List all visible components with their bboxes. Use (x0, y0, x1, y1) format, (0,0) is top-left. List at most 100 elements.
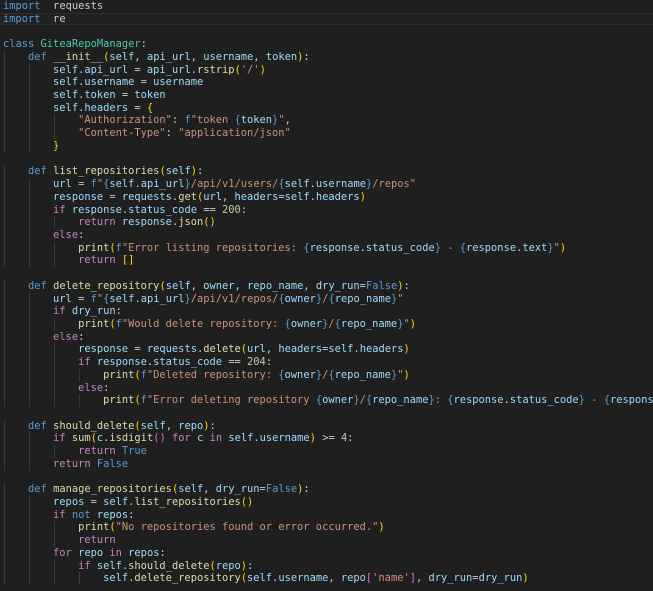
code-line[interactable]: url = f"{self.api_url}/api/v1/repos/{own… (0, 292, 653, 306)
code-token: get (178, 190, 197, 203)
code-token: : (265, 356, 273, 369)
code-line[interactable]: return True (0, 445, 653, 458)
code-token: if (53, 305, 66, 318)
code-line[interactable]: return False (0, 457, 653, 471)
code-token: should_delete (128, 559, 210, 572)
code-token: , (265, 343, 279, 356)
code-token: = (128, 343, 147, 356)
code-line[interactable]: class GiteaRepoManager: (0, 38, 653, 51)
indent-guide (4, 508, 5, 522)
code-line[interactable]: return [] (0, 254, 653, 268)
code-line[interactable]: self.username = username (0, 76, 653, 90)
indent-guide (79, 572, 81, 586)
code-line[interactable]: def manage_repositories(self, dry_run=Fa… (0, 483, 653, 497)
indent-guide (4, 394, 5, 407)
code-token: isdigit (109, 432, 154, 445)
code-line[interactable]: import requests (0, 0, 653, 13)
code-line[interactable]: if self.should_delete(repo): (0, 559, 653, 573)
code-token: = (84, 496, 104, 509)
indent-guide (54, 381, 56, 395)
code-editor[interactable]: import requestsimport re​class GiteaRepo… (0, 0, 653, 591)
code-token: = (115, 89, 135, 102)
code-line[interactable]: if not repos: (0, 508, 653, 522)
code-line[interactable]: self.token = token (0, 89, 653, 102)
indent-guide (54, 559, 56, 573)
code-line[interactable]: print(f"Would delete repository: {owner}… (0, 317, 653, 331)
code-line[interactable]: ​ (0, 471, 653, 484)
code-token: : (347, 432, 354, 445)
code-line[interactable]: ​ (0, 267, 653, 280)
code-line[interactable]: print(f"Error deleting repository {owner… (0, 394, 653, 407)
indent-guide (4, 343, 5, 357)
code-line[interactable]: response = requests.get(url, headers=sel… (0, 190, 653, 204)
code-line[interactable]: if response.status_code == 204: (0, 356, 653, 369)
code-token: self (53, 76, 79, 89)
indent-guide (29, 254, 31, 268)
indent-guide (4, 89, 5, 102)
code-line[interactable]: self.headers = { (0, 101, 653, 115)
code-line[interactable]: return (0, 534, 653, 547)
code-line[interactable]: self.api_url = api_url.rstrip('/') (0, 63, 653, 77)
code-line[interactable]: response = requests.delete(url, headers=… (0, 343, 653, 357)
code-line[interactable]: if response.status_code == 200: (0, 203, 653, 217)
code-line[interactable]: print(f"Error listing repositories: {res… (0, 241, 653, 255)
code-line[interactable]: else: (0, 330, 653, 344)
code-token: : (78, 330, 85, 343)
code-line[interactable]: def list_repositories(self): (0, 165, 653, 179)
indent-guide (29, 101, 31, 115)
code-line[interactable]: print(f"Deleted repository: {owner}/{rep… (0, 368, 653, 382)
code-token: else (53, 228, 79, 241)
code-token: repo (178, 419, 204, 432)
indent-guide (4, 457, 5, 471)
code-token: print (78, 521, 110, 534)
code-token: : (247, 559, 254, 572)
indent-guide (54, 521, 56, 535)
code-token: 200 (222, 203, 241, 216)
code-line[interactable]: return response.json() (0, 216, 653, 229)
code-line[interactable]: if sum(c.isdigit() for c in self.usernam… (0, 432, 653, 446)
code-line[interactable]: } (0, 139, 653, 153)
code-line[interactable]: def __init__(self, api_url, username, to… (0, 50, 653, 64)
code-line[interactable]: url = f"{self.api_url}/api/v1/users/{sel… (0, 178, 653, 191)
code-token: def (28, 419, 47, 432)
code-token: dry_run (71, 305, 116, 318)
code-line[interactable]: ​ (0, 407, 653, 420)
code-line[interactable]: "Content-Type": "application/json" (0, 127, 653, 140)
code-token: == (196, 203, 222, 216)
indent-guide (54, 317, 56, 331)
indent-guide (54, 241, 56, 255)
code-line[interactable]: import re (0, 12, 653, 26)
code-line[interactable]: ​ (0, 25, 653, 38)
code-line[interactable]: def should_delete(self, repo): (0, 419, 653, 433)
code-line[interactable]: "Authorization": f"token {token}", (0, 114, 653, 128)
code-token: : (240, 203, 248, 216)
code-line[interactable]: if dry_run: (0, 305, 653, 318)
code-token: print (78, 317, 110, 330)
code-line[interactable]: print("No repositories found or error oc… (0, 521, 653, 535)
code-line[interactable]: ​ (0, 153, 653, 166)
code-token: repo (340, 572, 366, 585)
code-line[interactable]: else: (0, 228, 653, 242)
code-token: self (109, 178, 135, 191)
code-token: 204 (247, 356, 266, 369)
code-token: self (165, 165, 191, 178)
code-token: import (3, 12, 41, 25)
code-token: , (165, 419, 179, 432)
code-token: : (159, 546, 166, 559)
code-line[interactable]: repos = self.list_repositories() (0, 496, 653, 509)
code-line[interactable]: for repo in repos: (0, 546, 653, 560)
indent-guide (29, 317, 31, 331)
code-line[interactable]: else: (0, 381, 653, 395)
code-line[interactable]: self.delete_repository(self.username, re… (0, 572, 653, 586)
code-line[interactable]: def delete_repository(self, owner, repo_… (0, 279, 653, 293)
